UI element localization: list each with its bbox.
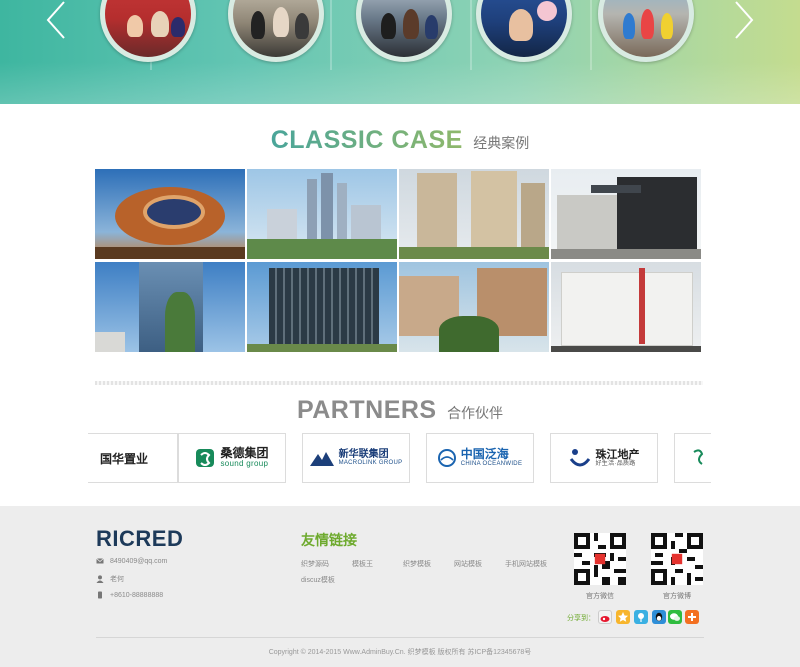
wechat-qr-code — [574, 533, 626, 585]
partner-partial-icon — [693, 449, 704, 465]
contact-email: 8490409@qq.com — [96, 557, 167, 565]
case-image[interactable] — [551, 262, 701, 352]
hero-floor — [0, 62, 800, 104]
hero-decoration — [590, 0, 592, 70]
email-text: 8490409@qq.com — [110, 557, 168, 565]
case-image[interactable] — [95, 169, 245, 259]
partner-subname: sound group — [220, 459, 269, 469]
weibo-qr-label: 官方微博 — [663, 593, 691, 600]
hero-banner — [0, 0, 800, 104]
event-thumbnail[interactable] — [598, 0, 694, 62]
pearl-river-icon — [569, 449, 590, 467]
classic-case-title-cn: 经典案例 — [473, 135, 530, 151]
case-image[interactable] — [247, 169, 397, 259]
contact-phone: +8610-88888888 — [96, 591, 163, 599]
contact-person: 老何 — [96, 574, 124, 584]
partner-subname: MACROLINK GROUP — [338, 460, 403, 467]
weibo-qr-code — [651, 533, 703, 585]
partners-title-en: PARTNERS — [296, 396, 437, 424]
case-image[interactable] — [95, 262, 245, 352]
hero-decoration — [330, 0, 332, 70]
friend-links-title: 友情链接 — [301, 532, 357, 548]
tencent-weibo-share-icon[interactable] — [634, 610, 648, 624]
event-thumbnail[interactable] — [476, 0, 572, 62]
partners-heading: PARTNERS 合作伙伴 — [0, 396, 800, 425]
case-image[interactable] — [247, 262, 397, 352]
user-icon — [96, 575, 104, 583]
classic-case-heading: CLASSIC CASE 经典案例 — [0, 126, 800, 155]
phone-icon — [98, 591, 102, 599]
partner-logo[interactable]: 桑德集团 sound group — [178, 433, 286, 483]
friend-link[interactable]: 织梦源码 — [301, 559, 329, 569]
partner-name: 中国泛海 — [460, 447, 509, 462]
footer-logo[interactable]: RICRED — [96, 526, 183, 552]
friend-link[interactable]: 模板王 — [352, 559, 373, 569]
share-label: 分享到： — [567, 615, 595, 622]
case-image[interactable] — [399, 169, 549, 259]
friend-link[interactable]: 织梦模板 — [403, 559, 431, 569]
partner-logo-carousel: 国华置业 桑德集团 sound group 新华联集团 MACROLINK GR… — [88, 433, 711, 483]
next-arrow-icon[interactable] — [732, 0, 756, 40]
case-image[interactable] — [551, 169, 701, 259]
partner-name: 珠江地产 — [595, 448, 640, 461]
more-share-icon[interactable] — [685, 610, 699, 624]
qr-code-icon — [574, 533, 626, 585]
partners-title-cn: 合作伙伴 — [447, 405, 504, 421]
weibo-share-icon[interactable] — [598, 610, 612, 624]
section-divider — [95, 381, 703, 385]
case-image[interactable] — [399, 262, 549, 352]
friend-link[interactable]: 网站模板 — [454, 559, 482, 569]
hero-decoration — [470, 0, 472, 70]
prev-arrow-icon[interactable] — [44, 0, 68, 40]
oceanwide-globe-icon — [437, 449, 456, 467]
sound-group-icon — [196, 449, 215, 467]
partner-subname: 好生活·品质路 — [595, 460, 636, 467]
copyright-text: Copyright © 2014-2015 Www.AdminBuy.Cn. 织… — [268, 649, 532, 656]
case-grid — [95, 169, 703, 352]
event-thumbnail[interactable] — [228, 0, 324, 62]
friend-link[interactable]: 手机网站模板 — [505, 559, 547, 569]
classic-case-title-en: CLASSIC CASE — [270, 126, 463, 154]
partner-logo[interactable]: 国华置业 — [88, 433, 178, 483]
partner-logo[interactable]: 中国泛海 CHINA OCEANWIDE — [426, 433, 534, 483]
brand-wordmark: RICRED — [96, 526, 184, 551]
qzone-share-icon[interactable] — [616, 610, 630, 624]
phone-text: +8610-88888888 — [110, 591, 164, 599]
event-thumbnail[interactable] — [356, 0, 452, 62]
partner-name: 国华置业 — [99, 451, 148, 466]
partner-name: 新华联集团 — [338, 449, 389, 461]
partner-subname: CHINA OCEANWIDE — [460, 461, 523, 468]
partner-logo[interactable]: 新华联集团 MACROLINK GROUP — [302, 433, 410, 483]
mail-icon — [96, 558, 104, 564]
friend-link[interactable]: discuz模板 — [301, 575, 335, 585]
macrolink-mountain-icon — [309, 452, 334, 466]
partner-logo[interactable]: 珠江地产 好生活·品质路 — [550, 433, 658, 483]
event-thumbnail[interactable] — [100, 0, 196, 62]
site-footer: RICRED 8490409@qq.com 老何 +8610-88888888 … — [0, 506, 800, 667]
wechat-qr-label: 官方微信 — [586, 593, 614, 600]
qq-share-icon[interactable] — [652, 610, 666, 624]
partner-logo[interactable] — [674, 433, 711, 483]
qr-code-icon — [651, 533, 703, 585]
footer-divider — [96, 637, 704, 638]
wechat-share-icon[interactable] — [668, 610, 682, 624]
contact-name-text: 老何 — [110, 576, 124, 583]
